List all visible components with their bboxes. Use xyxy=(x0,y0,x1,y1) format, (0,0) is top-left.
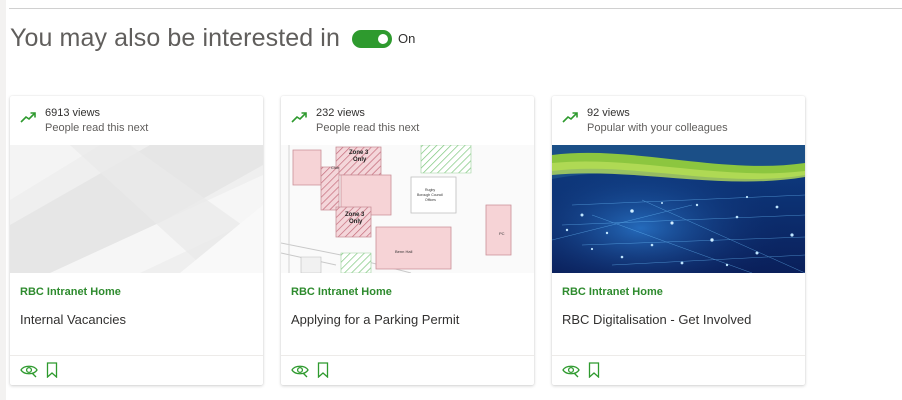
map-label-pc: PC xyxy=(499,231,505,236)
news-card-digitalisation[interactable]: 92 views Popular with your colleagues RB… xyxy=(552,96,805,385)
parking-map-image: Zone 3 Only Zone 3 Only Club Rugby Borou… xyxy=(281,145,534,273)
recommendation-reason: Popular with your colleagues xyxy=(587,122,728,134)
toggle-knob xyxy=(377,33,388,44)
map-label-council: Borough Council xyxy=(417,193,443,197)
recommendation-reason: People read this next xyxy=(45,122,149,134)
bookmark-icon[interactable] xyxy=(588,362,600,378)
site-link[interactable]: RBC Intranet Home xyxy=(20,286,121,298)
card-footer xyxy=(552,355,805,385)
trending-up-icon xyxy=(20,112,36,123)
view-count: 232 views xyxy=(316,107,365,119)
bookmark-icon[interactable] xyxy=(46,362,58,378)
news-card-parking-permit[interactable]: 232 views People read this next Zone 3 O… xyxy=(281,96,534,385)
card-title[interactable]: Applying for a Parking Permit xyxy=(291,312,459,327)
site-link[interactable]: RBC Intranet Home xyxy=(291,286,392,298)
map-label-zone: Zone 3 xyxy=(349,150,369,156)
card-title[interactable]: RBC Digitalisation - Get Involved xyxy=(562,312,751,327)
view-count: 6913 views xyxy=(45,107,101,119)
toggle-label: On xyxy=(397,31,416,46)
map-label-benn-hall: Benn Hall xyxy=(395,249,412,254)
recommendations-toggle[interactable] xyxy=(351,29,392,48)
news-card-internal-vacancies[interactable]: 6913 views People read this next RBC Int… xyxy=(10,96,263,385)
left-edge xyxy=(0,0,6,400)
section-title: You may also be interested in xyxy=(10,24,340,52)
card-thumbnail[interactable] xyxy=(552,145,805,273)
views-eye-icon[interactable] xyxy=(20,362,38,378)
bookmark-icon[interactable] xyxy=(317,362,329,378)
recommendation-reason: People read this next xyxy=(316,122,420,134)
card-thumbnail[interactable] xyxy=(10,145,263,273)
abstract-grey-image xyxy=(10,145,263,273)
trending-up-icon xyxy=(562,112,578,123)
map-label-club: Club xyxy=(331,165,340,170)
map-label-only: Only xyxy=(353,157,367,163)
card-header: 232 views People read this next xyxy=(281,96,534,145)
map-label-offices: Offices xyxy=(425,198,436,202)
card-header: 92 views Popular with your colleagues xyxy=(552,96,805,145)
views-eye-icon[interactable] xyxy=(291,362,309,378)
card-footer xyxy=(281,355,534,385)
card-footer xyxy=(10,355,263,385)
site-link[interactable]: RBC Intranet Home xyxy=(562,286,663,298)
top-divider xyxy=(9,8,902,9)
map-label-rugby: Rugby xyxy=(425,188,435,192)
card-header: 6913 views People read this next xyxy=(10,96,263,145)
card-thumbnail[interactable]: Zone 3 Only Zone 3 Only Club Rugby Borou… xyxy=(281,145,534,273)
section-header: You may also be interested in On xyxy=(10,24,415,53)
map-label-zone: Zone 3 xyxy=(345,212,365,218)
views-eye-icon[interactable] xyxy=(562,362,580,378)
map-label-only: Only xyxy=(349,219,363,225)
digital-network-image xyxy=(552,145,805,273)
trending-up-icon xyxy=(291,112,307,123)
card-title[interactable]: Internal Vacancies xyxy=(20,312,126,327)
view-count: 92 views xyxy=(587,107,630,119)
